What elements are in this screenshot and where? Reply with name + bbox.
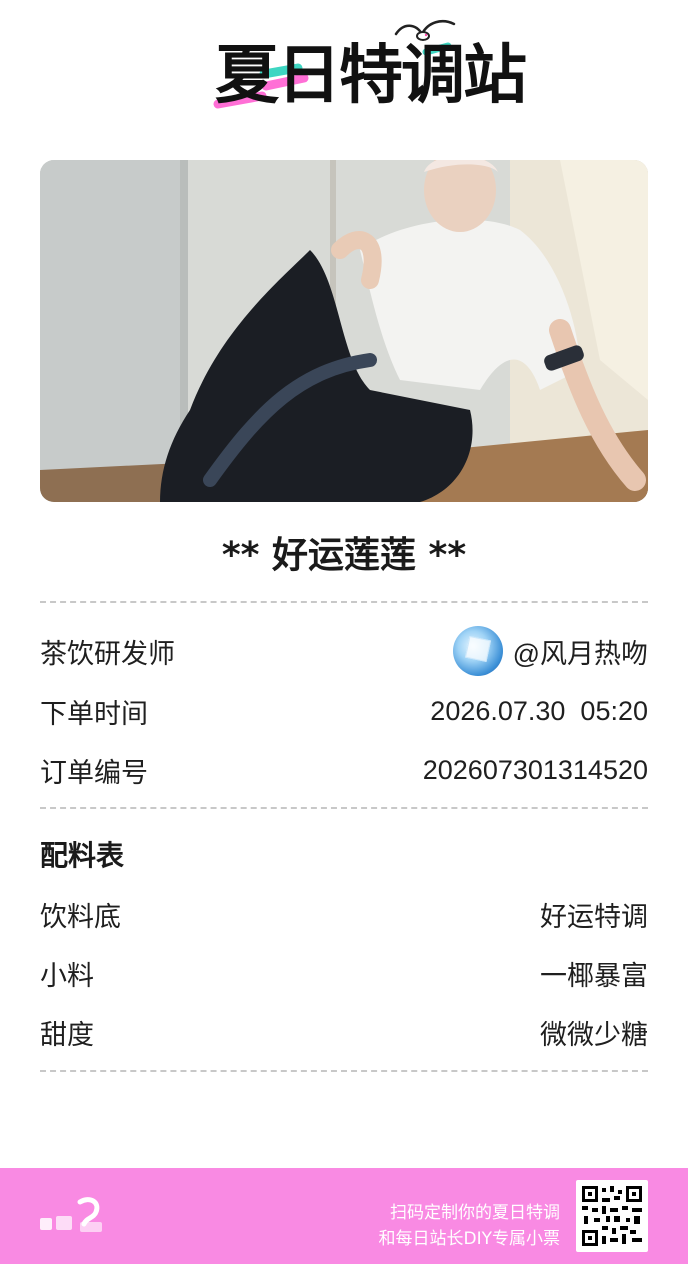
row-value: 微微少糖	[540, 1019, 648, 1050]
seagull-icon	[394, 20, 456, 41]
row-value: 好运特调	[540, 901, 648, 932]
row-value: 2026.07.30 05:20	[430, 695, 648, 726]
row-developer: 茶饮研发师 @风月热吻	[40, 626, 648, 676]
row-base: 饮料底 好运特调	[40, 890, 648, 938]
row-label: 订单编号	[40, 757, 148, 789]
footer-line-2: 和每日站长DIY专属小票	[378, 1229, 561, 1249]
footer-line-1: 扫码定制你的夏日特调	[390, 1203, 560, 1223]
row-value: 202607301314520	[422, 754, 648, 785]
row-label: 小料	[40, 960, 94, 992]
row-value: 一椰暴富	[540, 960, 648, 991]
row-label: 甜度	[40, 1019, 94, 1051]
row-sweetness: 甜度 微微少糖	[40, 1008, 648, 1056]
row-topping: 小料 一椰暴富	[40, 949, 648, 997]
developer-value[interactable]: @风月热吻	[452, 626, 648, 676]
qr-code-graphic	[580, 1184, 644, 1248]
logo-text: 夏日特调站	[215, 39, 527, 113]
qr-code-icon[interactable]	[576, 1180, 648, 1252]
ice-cube-avatar[interactable]	[452, 626, 503, 676]
brand-logo: 夏日特调站	[0, 0, 688, 140]
ticket-title: ** 好运莲莲 **	[221, 535, 467, 576]
row-label: 饮料底	[40, 901, 121, 933]
ingredients-heading: 配料表	[40, 839, 125, 872]
row-label: 茶饮研发师	[40, 638, 175, 670]
photo-illustration	[40, 160, 648, 502]
divider	[40, 601, 648, 603]
divider	[40, 807, 648, 809]
hero-photo	[40, 160, 648, 502]
developer-handle[interactable]: @风月热吻	[513, 632, 648, 671]
logo-mark-icon	[40, 1197, 102, 1232]
row-label: 下单时间	[40, 698, 148, 730]
row-order-time: 下单时间 2026.07.30 05:20	[40, 687, 648, 735]
row-order-number: 订单编号 202607301314520	[40, 746, 648, 794]
divider	[40, 1070, 648, 1072]
